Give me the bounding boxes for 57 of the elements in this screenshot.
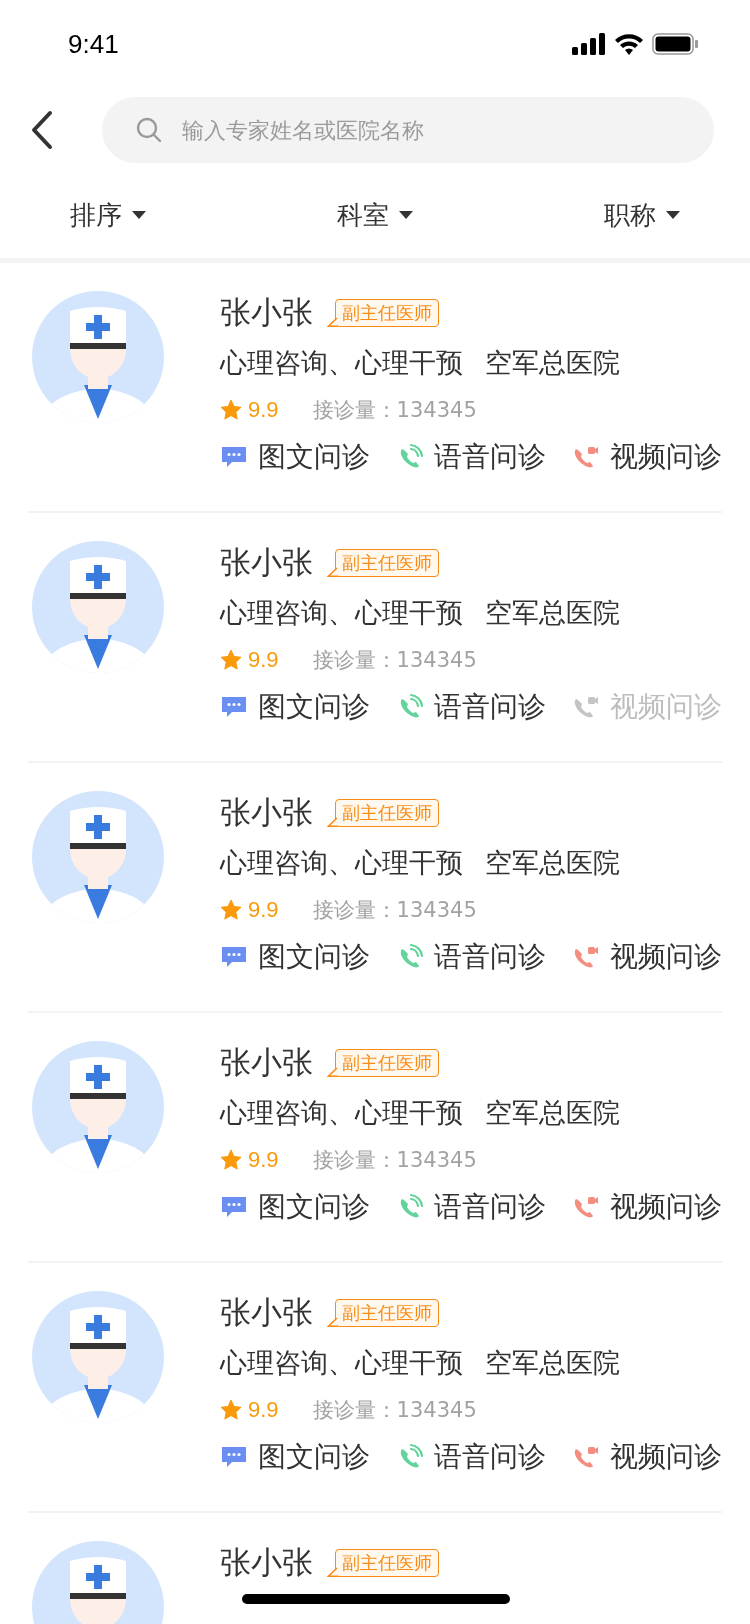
specialty-text: 心理咨询、心理干预 xyxy=(220,846,463,880)
specialty-text: 心理咨询、心理干预 xyxy=(220,1346,463,1380)
consult-option[interactable]: 图文问诊 xyxy=(220,1438,370,1476)
hospital-text: 空军总医院 xyxy=(485,1346,620,1380)
doctor-name: 张小张 xyxy=(220,1293,313,1332)
visit-count: 接诊量：134345 xyxy=(312,397,477,424)
consult-option[interactable]: 语音问诊 xyxy=(396,938,546,976)
hospital-text: 空军总医院 xyxy=(485,846,620,880)
consult-option[interactable]: 图文问诊 xyxy=(220,438,370,476)
visit-count: 接诊量：134345 xyxy=(312,1147,477,1174)
specialty-text: 心理咨询、心理干预 xyxy=(220,1096,463,1130)
star-icon xyxy=(220,1149,242,1171)
consult-option[interactable]: 语音问诊 xyxy=(396,438,546,476)
hospital-text: 空军总医院 xyxy=(485,346,620,380)
star-icon xyxy=(220,1399,242,1421)
rating-score: 9.9 xyxy=(248,1397,279,1423)
consult-option[interactable]: 图文问诊 xyxy=(220,688,370,726)
consult-option[interactable]: 语音问诊 xyxy=(396,688,546,726)
doctor-name: 张小张 xyxy=(220,293,313,332)
consult-option[interactable]: 视频问诊 xyxy=(572,938,722,976)
hospital-text: 空军总医院 xyxy=(485,596,620,630)
search-icon xyxy=(136,117,162,143)
rating-score: 9.9 xyxy=(248,397,279,423)
doctor-name: 张小张 xyxy=(220,543,313,582)
rating-score: 9.9 xyxy=(248,1147,279,1173)
filter-dropdown[interactable]: 排序 xyxy=(70,197,146,233)
visit-count: 接诊量：134345 xyxy=(312,647,477,674)
caret-icon xyxy=(666,211,680,219)
consult-option[interactable]: 图文问诊 xyxy=(220,1188,370,1226)
specialty-text: 心理咨询、心理干预 xyxy=(220,596,463,630)
doctor-name: 张小张 xyxy=(220,793,313,832)
consult-option[interactable]: 视频问诊 xyxy=(572,1188,722,1226)
signal-icon xyxy=(572,33,606,55)
star-icon xyxy=(220,649,242,671)
rating-score: 9.9 xyxy=(248,647,279,673)
status-time: 9:41 xyxy=(68,28,119,60)
doctor-name: 张小张 xyxy=(220,1543,313,1582)
consult-option[interactable]: 语音问诊 xyxy=(396,1438,546,1476)
caret-icon xyxy=(132,211,146,219)
star-icon xyxy=(220,899,242,921)
hospital-text: 空军总医院 xyxy=(485,1096,620,1130)
caret-icon xyxy=(399,211,413,219)
filter-dropdown[interactable]: 科室 xyxy=(337,197,413,233)
doctor-name: 张小张 xyxy=(220,1043,313,1082)
star-icon xyxy=(220,399,242,421)
visit-count: 接诊量：134345 xyxy=(312,1397,477,1424)
consult-option[interactable]: 语音问诊 xyxy=(396,1188,546,1226)
battery-icon xyxy=(652,33,698,55)
search-field[interactable]: 输入专家姓名或医院名称 xyxy=(102,97,714,163)
visit-count: 接诊量：134345 xyxy=(312,897,477,924)
filter-dropdown[interactable]: 职称 xyxy=(604,197,680,233)
consult-option[interactable]: 视频问诊 xyxy=(572,438,722,476)
specialty-text: 心理咨询、心理干预 xyxy=(220,346,463,380)
consult-option[interactable]: 图文问诊 xyxy=(220,938,370,976)
wifi-icon xyxy=(614,33,644,55)
consult-option[interactable]: 视频问诊 xyxy=(572,1438,722,1476)
rating-score: 9.9 xyxy=(248,897,279,923)
